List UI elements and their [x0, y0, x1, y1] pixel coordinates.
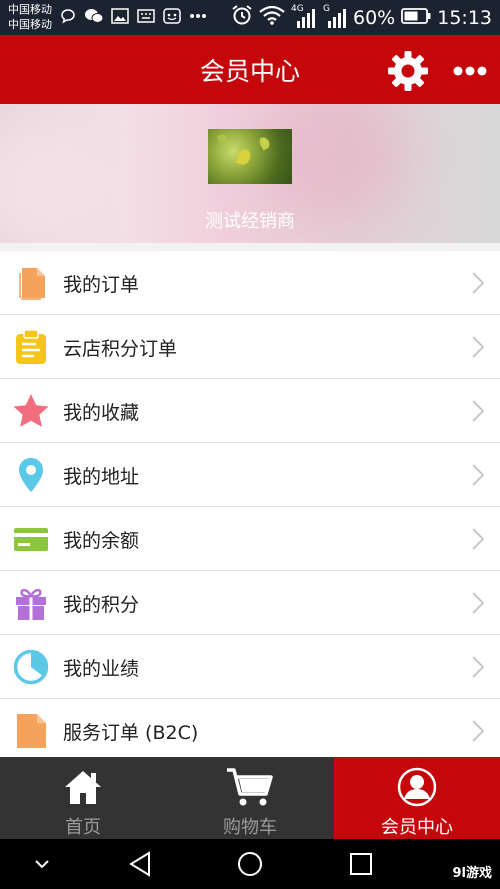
tab-member-center[interactable]: 会员中心: [334, 757, 500, 839]
member-menu: 我的订单 云店积分订单 我的收藏 我的地址 我的余额 我的积分 我的业绩 服务订…: [0, 251, 500, 763]
recent-apps-icon[interactable]: [349, 852, 373, 876]
settings-button[interactable]: [386, 49, 430, 93]
menu-item-my-orders[interactable]: 我的订单: [0, 251, 500, 315]
battery-percent: 60%: [353, 6, 396, 29]
menu-item-label: 我的余额: [63, 530, 140, 552]
menu-item-label: 云店积分订单: [63, 338, 178, 360]
menu-item-my-balance[interactable]: 我的余额: [0, 507, 500, 571]
menu-item-my-favorites[interactable]: 我的收藏: [0, 379, 500, 443]
tab-label: 首页: [65, 817, 101, 838]
clock: 15:13: [437, 6, 492, 29]
carrier-2: 中国移动: [8, 18, 52, 31]
carrier-1: 中国移动: [8, 3, 52, 16]
gear-icon: [388, 51, 428, 91]
carrier-labels: 中国移动 中国移动: [8, 2, 52, 32]
tab-label: 购物车: [223, 817, 277, 838]
menu-item-label: 我的地址: [63, 466, 140, 488]
menu-item-service-orders-b2c[interactable]: 服务订单 (B2C): [0, 699, 500, 763]
menu-item-my-points[interactable]: 我的积分: [0, 571, 500, 635]
clipboard-icon: [16, 329, 46, 364]
bottom-tab-bar: 首页 购物车 会员中心: [0, 757, 500, 839]
chevron-right-icon: [472, 592, 485, 614]
chevron-right-icon: [472, 400, 485, 422]
status-bar: 中国移动 中国移动 4G G 60% 15:13: [0, 0, 500, 35]
menu-item-cloud-points-orders[interactable]: 云店积分订单: [0, 315, 500, 379]
pie-chart-icon: [13, 649, 49, 685]
menu-item-label: 我的订单: [63, 274, 140, 296]
signal-2-icon: G: [323, 4, 347, 29]
chevron-down-icon[interactable]: [34, 858, 50, 870]
menu-item-label: 我的收藏: [63, 402, 140, 424]
back-icon[interactable]: [128, 851, 152, 877]
more-dots-icon: [453, 66, 487, 76]
notification-icons: [58, 7, 208, 25]
signal-1-icon: 4G: [291, 4, 317, 29]
cart-icon: [227, 768, 273, 806]
profile-name: 测试经销商: [205, 211, 295, 232]
menu-item-label: 服务订单 (B2C): [63, 722, 199, 744]
wechat-icon: [84, 7, 104, 25]
location-pin-icon: [19, 458, 43, 492]
chevron-right-icon: [472, 528, 485, 550]
gift-icon: [16, 588, 46, 620]
battery-icon: [401, 7, 431, 29]
menu-item-my-address[interactable]: 我的地址: [0, 443, 500, 507]
home-circle-icon[interactable]: [237, 851, 263, 877]
home-icon: [65, 771, 101, 804]
user-icon: [397, 767, 437, 807]
system-indicators: 4G G 60% 15:13: [231, 4, 492, 31]
more-options-button[interactable]: [450, 63, 490, 77]
avatar[interactable]: [208, 129, 292, 184]
tab-label: 会员中心: [381, 817, 453, 838]
alarm-icon: [231, 4, 253, 31]
tab-home[interactable]: 首页: [0, 757, 166, 839]
chevron-right-icon: [472, 464, 485, 486]
chevron-right-icon: [472, 336, 485, 358]
document-icon: [17, 714, 46, 748]
menu-item-label: 我的业绩: [63, 658, 140, 680]
more-notifications-icon: [188, 7, 208, 25]
chevron-right-icon: [472, 656, 485, 678]
menu-item-label: 我的积分: [63, 594, 140, 616]
chevron-right-icon: [472, 720, 485, 742]
app-face-icon: [162, 7, 182, 25]
system-navigation-bar: 9l游戏: [0, 839, 500, 889]
watermark: 9l游戏: [452, 866, 492, 881]
card-icon: [14, 528, 48, 551]
star-icon: [13, 394, 49, 427]
gallery-icon: [110, 7, 130, 25]
menu-item-my-performance[interactable]: 我的业绩: [0, 635, 500, 699]
tab-cart[interactable]: 购物车: [167, 757, 333, 839]
order-document-icon: [17, 268, 45, 300]
profile-banner: 测试经销商: [0, 104, 500, 243]
chat-bubble-icon: [58, 7, 78, 25]
app-header: 会员中心: [0, 35, 500, 104]
keyboard-icon: [136, 7, 156, 25]
wifi-icon: [259, 5, 285, 30]
chevron-right-icon: [472, 272, 485, 294]
